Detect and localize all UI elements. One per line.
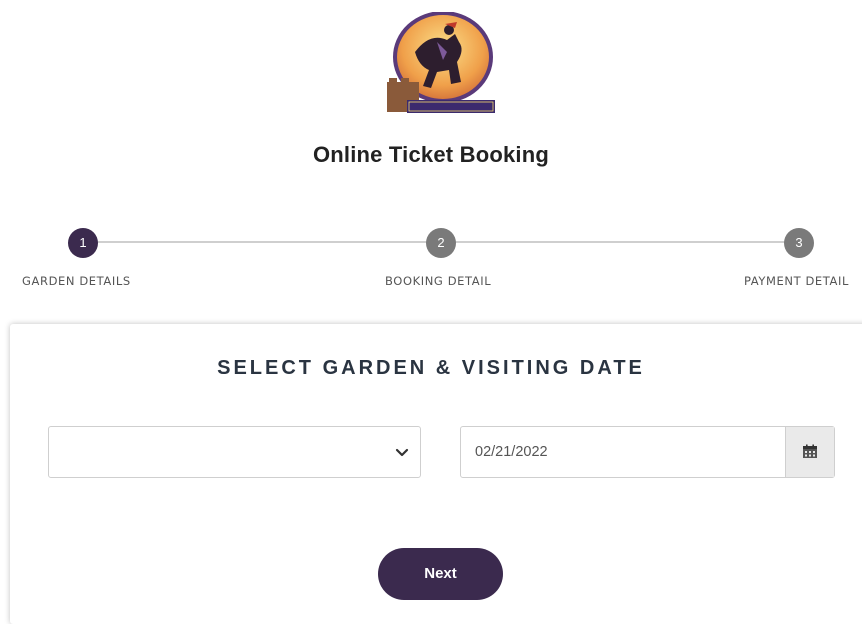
step-connector xyxy=(84,241,441,243)
visit-date-value[interactable]: 02/21/2022 xyxy=(475,444,548,460)
page-title: Online Ticket Booking xyxy=(312,142,550,167)
step-2-label: BOOKING DETAIL xyxy=(385,274,492,288)
form-heading: SELECT GARDEN & VISITING DATE xyxy=(217,357,645,379)
step-connector xyxy=(442,241,799,243)
garden-select[interactable] xyxy=(48,426,421,478)
step-2-indicator[interactable]: 2 xyxy=(426,228,456,258)
step-3-indicator[interactable]: 3 xyxy=(784,228,814,258)
next-button[interactable]: Next xyxy=(378,548,503,600)
progress-stepper: 1 2 3 GARDEN DETAILS BOOKING DETAIL PAYM… xyxy=(0,225,862,295)
date-picker-button[interactable] xyxy=(785,427,834,477)
visit-date-field[interactable]: 02/21/2022 xyxy=(460,426,835,478)
step-3-label: PAYMENT DETAIL xyxy=(744,274,849,288)
pune-municipal-logo xyxy=(387,12,495,113)
step-1-label: GARDEN DETAILS xyxy=(22,274,131,288)
chevron-down-icon xyxy=(395,448,409,457)
step-1-indicator[interactable]: 1 xyxy=(68,228,98,258)
calendar-icon xyxy=(803,444,817,458)
